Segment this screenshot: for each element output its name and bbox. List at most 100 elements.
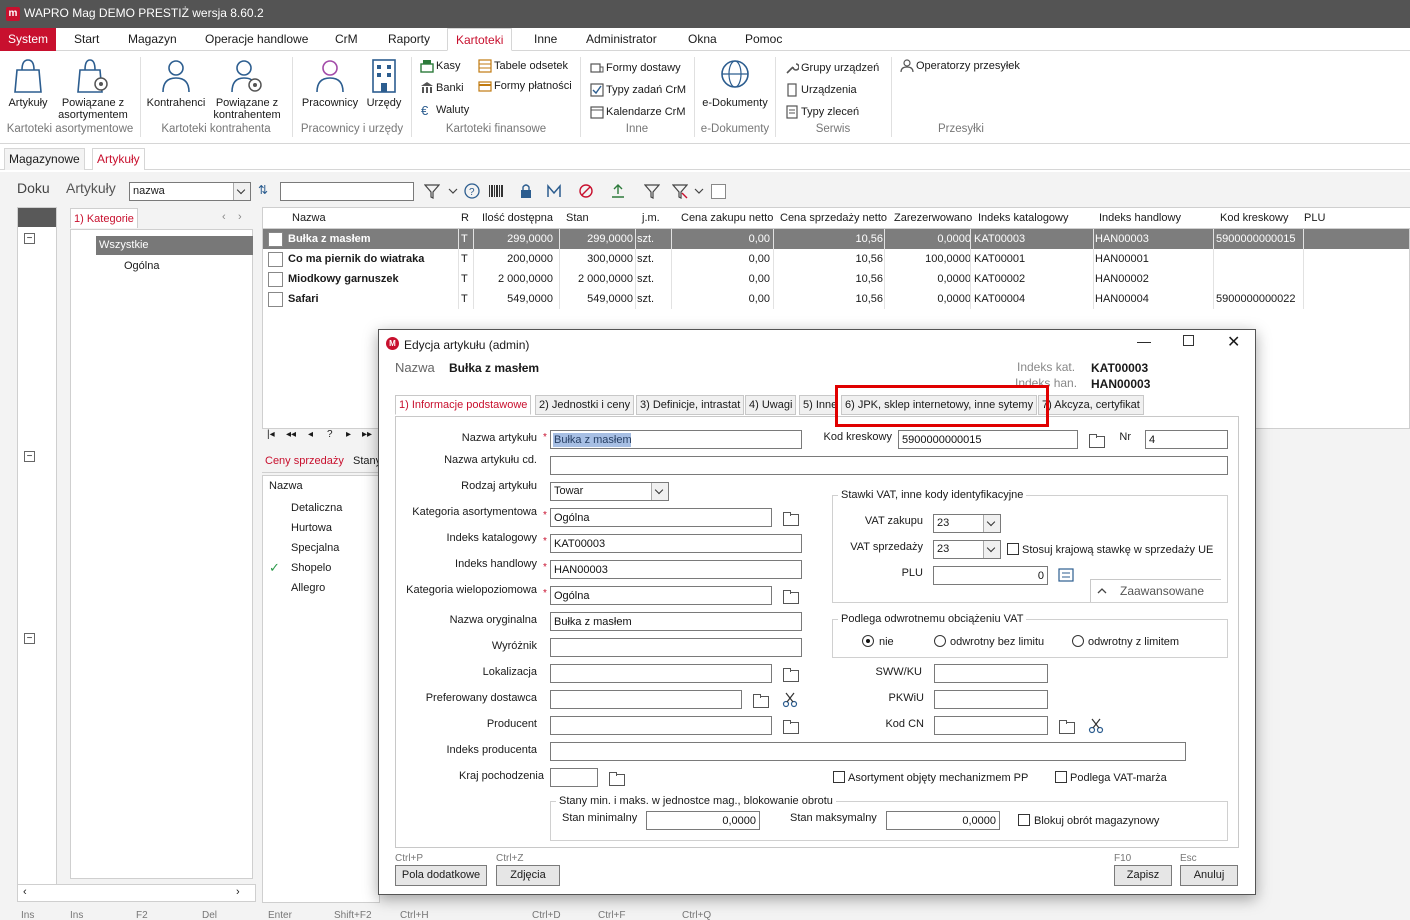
chevron-down-icon[interactable] [448,186,458,196]
nazwa-oryginalna-field[interactable] [550,612,802,631]
urzedy-button[interactable]: Urzędy [362,56,406,109]
maximize-button[interactable] [1183,335,1194,346]
tab-definicje-intrastat[interactable]: 3) Definicje, intrastat [636,395,745,415]
grupy-urzadzen-button[interactable]: Grupy urządzeń [785,59,879,77]
collapse-icon[interactable]: − [24,451,35,462]
chevron-down-icon[interactable] [694,186,704,196]
tab-magazynowe[interactable]: Magazynowe [4,148,85,170]
sww-field[interactable] [934,664,1048,683]
tab-artykuly[interactable]: Artykuły [92,148,145,170]
pkwiu-field[interactable] [934,690,1048,709]
kategoria-wielo-field[interactable] [550,586,772,605]
col-plu[interactable]: PLU [1304,212,1325,224]
tab-ceny-sprzedazy[interactable]: Ceny sprzedaży [265,455,344,467]
lock-icon[interactable] [518,183,534,199]
tree-item-wszystkie[interactable]: Wszystkie [96,236,253,255]
artykuly-button[interactable]: Artykuły [4,56,52,109]
plu-field[interactable] [933,566,1048,585]
sort-az-icon[interactable]: ⇅ [258,183,274,199]
scissors-icon[interactable] [782,692,798,708]
anuluj-button[interactable]: Anuluj [1180,865,1238,886]
horizontal-scrollbar[interactable]: ‹ › [17,884,256,902]
formy-dostawy-button[interactable]: Formy dostawy [590,59,681,77]
scissors-icon[interactable] [1088,718,1104,734]
filter-icon[interactable] [424,183,440,199]
lokalizacja-field[interactable] [550,664,772,683]
col-cena-zakupu[interactable]: Cena zakupu netto [681,212,773,224]
producent-field[interactable] [550,716,772,735]
powiazane-kontrahentem-button[interactable]: Powiązane z kontrahentem [210,56,284,121]
tree-item-ogolna[interactable]: Ogólna [124,260,159,272]
next-page-icon[interactable]: ▸▸ [362,429,372,440]
menu-raporty[interactable]: Raporty [380,28,438,51]
filter-clear-icon[interactable] [672,183,688,199]
nazwa-cd-field[interactable] [550,456,1228,475]
filter-marked-icon[interactable] [644,183,660,199]
tab-jednostki-i-ceny[interactable]: 2) Jednostki i ceny [535,395,635,415]
mark-icon[interactable] [546,183,564,199]
menu-okna[interactable]: Okna [680,28,725,51]
col-indeks-han[interactable]: Indeks handlowy [1099,212,1181,224]
col-jm[interactable]: j.m. [642,212,660,224]
table-row[interactable]: Miodkowy garnuszek T 2 000,0000 2 000,0000 s… [263,269,1409,289]
nr-field[interactable] [1145,430,1228,449]
row-checkbox[interactable] [268,252,283,267]
pracownicy-button[interactable]: Pracownicy [298,56,362,109]
powiazane-asortymentem-button[interactable]: Powiązane z asortymentem [56,56,130,121]
tab-prev-icon[interactable]: ‹ [222,211,226,223]
close-icon[interactable]: ✕ [1227,332,1240,352]
scroll-left-icon[interactable]: ‹ [23,886,27,898]
col-kod-kreskowy[interactable]: Kod kreskowy [1220,212,1288,224]
indeks-han-field[interactable] [550,560,802,579]
search-field-select[interactable]: nazwa [129,182,251,201]
kontrahenci-button[interactable]: Kontrahenci [144,56,208,109]
unmark-icon[interactable] [578,183,596,199]
banki-button[interactable]: Banki [420,79,464,97]
folder-icon[interactable] [782,511,799,526]
first-record-icon[interactable]: |◂ [267,429,275,440]
tab-akcyza-certyfikat[interactable]: 7) Akcyza, certyfikat [1038,395,1144,415]
list-item[interactable]: Shopelo [291,562,331,574]
kasy-button[interactable]: Kasy [420,57,460,75]
list-item[interactable]: Hurtowa [291,522,332,534]
next-record-icon[interactable]: ▸ [346,429,351,440]
export-icon[interactable] [610,183,628,199]
radio-odwrotny-z-limitem[interactable] [1072,635,1084,647]
preferowany-dostawca-field[interactable] [550,690,742,709]
col-nazwa[interactable]: Nazwa [292,212,326,224]
col-zarezerwowano[interactable]: Zarezerwowano [894,212,972,224]
pola-dodatkowe-button[interactable]: Pola dodatkowe [395,865,487,886]
generate-plu-icon[interactable] [1058,567,1074,583]
tab-uwagi[interactable]: 4) Uwagi [745,395,797,415]
stosuj-stawke-checkbox[interactable] [1007,543,1019,555]
vat-zakupu-select[interactable]: 23 [933,514,1001,533]
radio-odwrotny-bez-limitu[interactable] [934,635,946,647]
prev-record-icon[interactable]: ◂ [308,429,313,440]
barcode-icon[interactable] [488,183,506,199]
list-item[interactable]: Allegro [291,582,325,594]
menu-pomoc[interactable]: Pomoc [737,28,790,51]
menu-operacje[interactable]: Operacje handlowe [197,28,316,51]
zaawansowane-button[interactable]: Zaawansowane [1090,579,1221,602]
folder-icon[interactable] [1088,433,1105,448]
blokuj-obrot-checkbox[interactable] [1018,814,1030,826]
menu-crm[interactable]: CrM [327,28,366,51]
menu-inne[interactable]: Inne [526,28,565,51]
stan-maks-field[interactable] [886,811,1000,830]
zdjecia-button[interactable]: Zdjęcia [496,865,560,886]
table-row[interactable]: Safari T 549,0000 549,0000 szt. 0,00 10,56 0,00… [263,289,1409,309]
kategoria-asort-field[interactable] [550,508,772,527]
radio-nie[interactable] [862,635,874,647]
minimize-button[interactable]: — [1137,333,1151,349]
scroll-right-icon[interactable]: › [236,886,240,898]
wyroznik-field[interactable] [550,638,802,657]
menu-system[interactable]: System [0,28,57,51]
tab-kategorie[interactable]: 1) Kategorie [70,208,138,228]
asortyment-pp-checkbox[interactable] [833,771,845,783]
tab-next-icon[interactable]: › [238,211,242,223]
tab-inne[interactable]: 5) Inne [799,395,837,415]
folder-icon[interactable] [1058,719,1075,734]
rodzaj-select[interactable]: Towar [550,482,669,501]
menu-kartoteki[interactable]: Kartoteki [447,28,513,51]
urzadzenia-button[interactable]: Urządzenia [785,81,857,99]
